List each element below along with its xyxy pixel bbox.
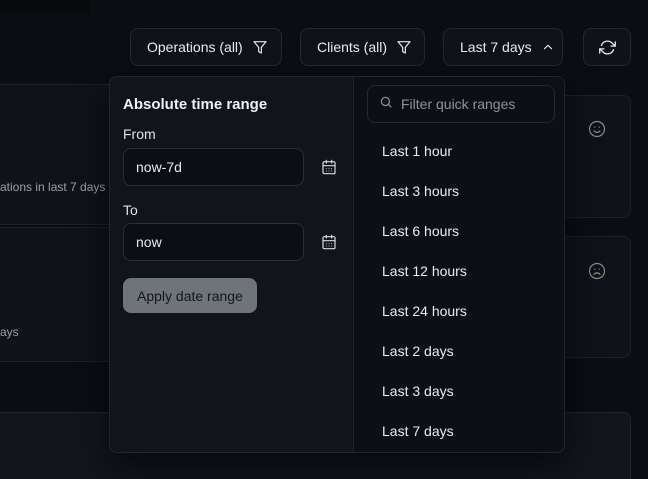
- funnel-icon: [252, 39, 268, 55]
- time-range-label: Last 7 days: [460, 39, 532, 55]
- funnel-icon: [396, 39, 412, 55]
- to-label: To: [123, 202, 138, 218]
- chevron-up-icon: [541, 40, 555, 54]
- refresh-icon: [599, 39, 616, 56]
- quick-range-option[interactable]: Last 24 hours: [354, 291, 564, 331]
- quick-range-option[interactable]: Last 3 days: [354, 371, 564, 411]
- card-caption-fragment: ations in last 7 days: [0, 180, 105, 194]
- quick-range-list: Last 1 hour Last 3 hours Last 6 hours La…: [354, 131, 564, 451]
- time-range-picker-button[interactable]: Last 7 days: [443, 28, 563, 66]
- clients-filter-button[interactable]: Clients (all): [300, 28, 425, 66]
- from-label: From: [123, 126, 156, 142]
- absolute-time-range-panel: Absolute time range From To: [110, 77, 354, 452]
- absolute-time-range-title: Absolute time range: [123, 96, 267, 113]
- apply-date-range-button[interactable]: Apply date range: [123, 278, 257, 313]
- refresh-button[interactable]: [583, 28, 631, 66]
- to-input[interactable]: [123, 223, 304, 261]
- smiley-face-icon: [588, 120, 606, 143]
- from-input[interactable]: [123, 148, 304, 186]
- operations-filter-button[interactable]: Operations (all): [130, 28, 282, 66]
- operations-filter-label: Operations (all): [147, 39, 243, 55]
- quick-range-option[interactable]: Last 7 days: [354, 411, 564, 451]
- card-caption-fragment: ays: [0, 325, 19, 339]
- quick-range-option[interactable]: Last 6 hours: [354, 211, 564, 251]
- quick-range-filter-input[interactable]: [401, 96, 543, 112]
- quick-range-option[interactable]: Last 1 hour: [354, 131, 564, 171]
- quick-range-option[interactable]: Last 2 days: [354, 331, 564, 371]
- quick-range-option[interactable]: Last 12 hours: [354, 251, 564, 291]
- calendar-icon[interactable]: [316, 229, 342, 255]
- frown-face-icon: [588, 262, 606, 285]
- quick-range-option[interactable]: Last 3 hours: [354, 171, 564, 211]
- dashboard-screen: ations in last 7 days ays Operations (al…: [0, 0, 648, 479]
- quick-range-search[interactable]: [367, 85, 555, 123]
- search-icon: [379, 95, 393, 114]
- quick-ranges-panel: Last 1 hour Last 3 hours Last 6 hours La…: [354, 77, 564, 452]
- clients-filter-label: Clients (all): [317, 39, 387, 55]
- time-range-dropdown: Absolute time range From To: [109, 76, 565, 453]
- calendar-icon[interactable]: [316, 154, 342, 180]
- top-left-strip: [0, 0, 90, 13]
